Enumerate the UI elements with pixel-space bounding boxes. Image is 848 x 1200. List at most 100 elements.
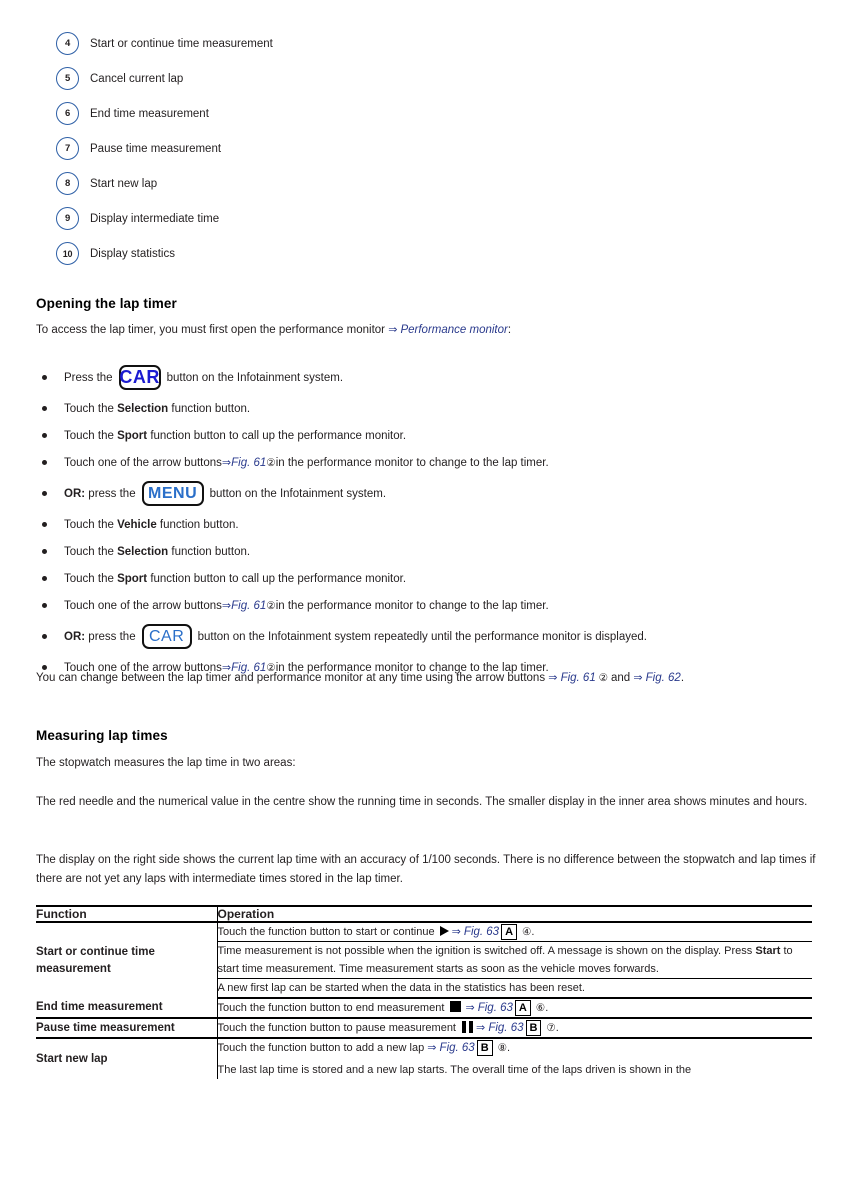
arrow-icon: ⇒ — [221, 600, 232, 612]
callout-number-icon: ② — [595, 672, 611, 684]
list-item-press-car: Press the CAR button on the Infotainment… — [36, 360, 826, 395]
arrow-icon: ⇒ — [476, 1022, 489, 1034]
cell-function-start-continue: Start or continue time measurement — [36, 945, 155, 975]
op-text-suffix: . — [531, 926, 535, 938]
document-page: 4 Start or continue time measurement 5 C… — [0, 0, 848, 1200]
car-button-key[interactable]: CAR — [118, 365, 161, 390]
callout-number-icon: ④ — [519, 926, 532, 938]
cell-operation-start-continue-2: Time measurement is not possible when th… — [216, 941, 812, 979]
cross-reference-fig63[interactable]: Fig. 63 — [464, 926, 499, 938]
step-text: Touch one of the arrow buttons — [64, 599, 222, 612]
arrow-icon: ⇒ — [548, 672, 561, 684]
step-text-suffix: function button to call up the performan… — [150, 572, 407, 585]
play-icon — [439, 926, 449, 936]
legend-number-icon: 8 — [56, 172, 79, 195]
step-text: press the — [88, 630, 136, 643]
callout-number-icon: ⑦ — [543, 1022, 556, 1034]
arrow-icon: ⇒ — [427, 1042, 440, 1054]
list-item-touch-selection-2: Touch the Selection function button. — [36, 538, 826, 565]
opening-steps-list: Press the CAR button on the Infotainment… — [36, 360, 826, 681]
cross-reference-fig61[interactable]: Fig. 61 — [561, 672, 596, 684]
menu-button-key[interactable]: MENU — [141, 481, 204, 506]
op-text-suffix: . — [555, 1022, 559, 1034]
cross-reference-fig61[interactable]: Fig. 61 — [231, 457, 266, 469]
table-row: Start or continue time measurement Touch… — [36, 922, 812, 975]
legend-number-icon: 9 — [56, 207, 79, 230]
step-text-suffix: function button. — [171, 402, 251, 415]
step-text: Touch the — [64, 429, 114, 442]
bold-start-label: Start — [755, 945, 781, 957]
or-label: OR: — [64, 630, 86, 643]
cross-reference-fig63[interactable]: Fig. 63 — [478, 1002, 513, 1014]
table-row: Start new lap Touch the function button … — [36, 1038, 812, 1065]
cross-reference-fig61[interactable]: Fig. 61 — [231, 600, 266, 612]
column-header-operation: Operation — [216, 905, 812, 923]
list-item: 5 Cancel current lap — [36, 61, 536, 96]
legend-number-icon: 5 — [56, 67, 79, 90]
step-text: Press the — [64, 371, 113, 384]
legend-item-label: Display statistics — [90, 247, 175, 260]
op-text: Touch the function button to start or co… — [217, 926, 438, 938]
op-text: Time measurement is not possible when th… — [217, 945, 756, 957]
stop-icon — [450, 1001, 462, 1012]
step-text: Touch the — [64, 402, 114, 415]
list-item: 7 Pause time measurement — [36, 131, 536, 166]
list-item-touch-sport: Touch the Sport function button to call … — [36, 422, 826, 449]
legend-item-label: Pause time measurement — [90, 142, 222, 155]
measuring-paragraph-1: The stopwatch measures the lap time in t… — [36, 757, 296, 769]
legend-number-icon: 4 — [56, 32, 79, 55]
measuring-paragraph-3: The display on the right side shows the … — [36, 854, 816, 885]
step-text: Touch the — [64, 572, 114, 585]
arrow-icon: ⇒ — [451, 926, 464, 938]
step-text-suffix: button on the Infotainment system. — [209, 487, 387, 500]
step-text-suffix: function button. — [159, 518, 239, 531]
cross-reference-fig63[interactable]: Fig. 63 — [488, 1022, 523, 1034]
car-button-key[interactable]: CAR — [141, 624, 192, 649]
legend-item-label: Start new lap — [90, 177, 158, 190]
step-text-suffix: button on the Infotainment system repeat… — [197, 630, 647, 643]
opening-intro-paragraph: To access the lap timer, you must first … — [36, 321, 511, 340]
step-text-suffix: in the performance monitor to change to … — [275, 599, 549, 612]
callout-letter-b-icon: B — [525, 1020, 542, 1037]
cell-operation-pause: Touch the function button to pause measu… — [216, 1018, 812, 1039]
legend-number-icon: 6 — [56, 102, 79, 125]
column-header-function: Function — [36, 905, 217, 923]
step-text-suffix: function button. — [171, 545, 251, 558]
op-text: Touch the function button to add a new l… — [217, 1042, 428, 1054]
callout-number-icon: ⑧ — [494, 1042, 508, 1054]
legend-item-label: End time measurement — [90, 107, 209, 120]
legend-number-icon: 7 — [56, 137, 79, 160]
list-item-touch-arrow-1: Touch one of the arrow buttons ⇒ Fig. 61… — [36, 449, 826, 476]
callout-letter-b-icon: B — [476, 1040, 493, 1057]
legend-item-label: Cancel current lap — [90, 72, 184, 85]
intro-text: To access the lap timer, you must first … — [36, 324, 389, 336]
opening-closing-paragraph: You can change between the lap timer and… — [36, 669, 826, 688]
list-item: 10 Display statistics — [36, 236, 536, 271]
step-text: Touch the — [64, 545, 114, 558]
arrow-icon: ⇒ — [633, 672, 646, 684]
op-text-suffix: . — [545, 1002, 549, 1014]
cell-function-new-lap: Start new lap — [36, 1052, 108, 1065]
list-item-press-car-2: OR: press the CAR button on the Infotain… — [36, 619, 826, 654]
arrow-icon: ⇒ — [221, 457, 232, 469]
cross-reference-fig62[interactable]: Fig. 62 — [646, 672, 681, 684]
cell-operation-start-continue-1: Touch the function button to start or co… — [216, 922, 812, 942]
cross-reference-performance-monitor[interactable]: Performance monitor — [400, 324, 507, 336]
op-text: A new first lap can be started when the … — [217, 982, 586, 994]
list-item: 4 Start or continue time measurement — [36, 26, 536, 61]
list-item: 9 Display intermediate time — [36, 201, 536, 236]
arrow-icon: ⇒ — [388, 324, 401, 336]
cross-reference-fig63[interactable]: Fig. 63 — [440, 1042, 475, 1054]
pause-icon — [462, 1021, 474, 1033]
list-item-touch-sport-2: Touch the Sport function button to call … — [36, 565, 826, 592]
arrow-icon: ⇒ — [465, 1002, 478, 1014]
list-item-touch-vehicle: Touch the Vehicle function button. — [36, 511, 826, 538]
list-item-touch-selection: Touch the Selection function button. — [36, 395, 826, 422]
cell-function-end: End time measurement — [36, 998, 217, 1019]
intro-text-suffix: : — [507, 324, 512, 336]
section-heading-opening: Opening the lap timer — [36, 296, 177, 311]
function-button-name: Selection — [117, 545, 169, 558]
closing-text: You can change between the lap timer and… — [36, 672, 549, 684]
or-label: OR: — [64, 487, 86, 500]
cell-operation-start-continue-3: A new first lap can be started when the … — [216, 978, 812, 999]
